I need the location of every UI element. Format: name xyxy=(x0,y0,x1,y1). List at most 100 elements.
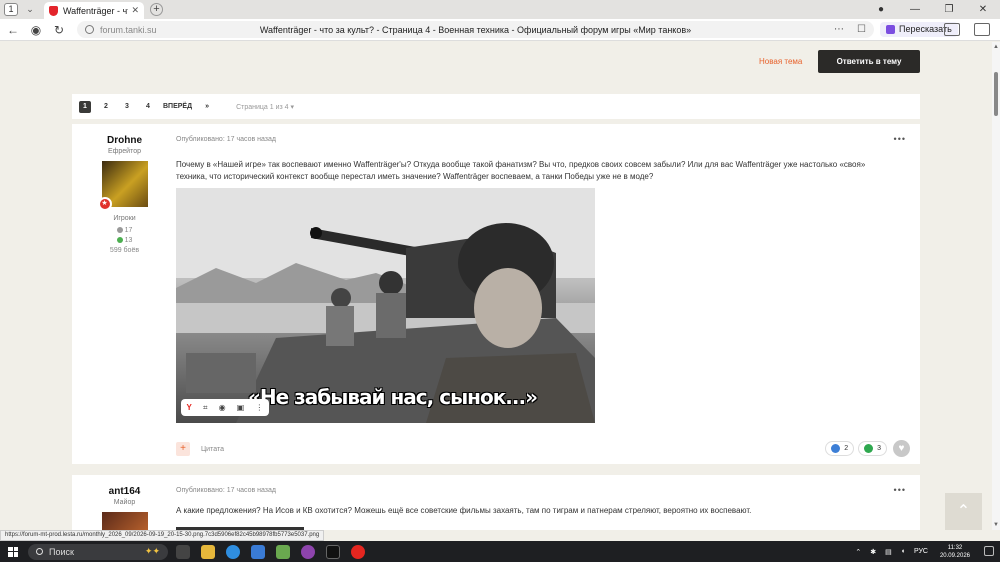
yandex-browser-icon[interactable] xyxy=(351,544,365,559)
author-name[interactable]: Drohne xyxy=(72,135,177,146)
browser-toolbar-right xyxy=(930,23,990,36)
profile-icon[interactable]: ● xyxy=(864,4,898,15)
reputation-icon xyxy=(116,237,123,244)
terminal-icon[interactable] xyxy=(326,544,340,559)
copilot-sparkle-icon: ✦✦ xyxy=(144,546,160,556)
author-name[interactable]: ant164 xyxy=(72,486,177,497)
status-bar-url: https://forum-mt-prod.lesta.ru/monthly_2… xyxy=(0,530,325,541)
camera-icon[interactable]: ▣ xyxy=(237,403,245,412)
task-view-icon[interactable] xyxy=(176,544,190,559)
reply-button[interactable]: Ответить в тему xyxy=(818,50,920,73)
yandex-icon[interactable]: Y xyxy=(187,403,192,412)
page-2-link[interactable]: 2 xyxy=(100,101,112,113)
taskbar-search[interactable]: Поиск ✦✦ xyxy=(28,543,168,560)
taskbar-search-label: Поиск xyxy=(49,546,74,557)
edge-icon[interactable] xyxy=(226,544,240,559)
bluetooth-icon[interactable]: ✱ xyxy=(870,548,876,556)
address-bar[interactable]: forum.tanki.su Waffenträger - что за кул… xyxy=(77,21,874,38)
like-icon xyxy=(831,444,841,453)
posts-count: 17 xyxy=(124,227,133,234)
close-tab-icon[interactable]: ✕ xyxy=(131,5,139,16)
heart-icon[interactable]: ♥ xyxy=(893,440,910,457)
page-jump-dropdown[interactable]: Страница 1 из 4 ▾ xyxy=(236,103,294,111)
avatar[interactable]: ★ xyxy=(97,161,148,211)
forum-page: Новая тема Ответить в тему 1 2 3 4 ВПЕРЁ… xyxy=(0,42,992,530)
tray-chevron-icon[interactable]: ⌃ xyxy=(855,548,861,556)
downloads-icon[interactable] xyxy=(974,23,990,36)
image-caption: «Не забывай нас, сынок...» xyxy=(248,385,538,409)
pagination: 1 2 3 4 ВПЕРЁД » Страница 1 из 4 ▾ xyxy=(72,94,920,119)
minimize-button[interactable]: — xyxy=(898,4,932,15)
system-tray: ⌃ ✱ ▤ ◖ РУС 11:32 20.09.2026 xyxy=(846,541,970,562)
outlook-icon[interactable] xyxy=(251,544,265,559)
post-menu-icon[interactable]: ••• xyxy=(894,134,906,144)
post-actions: + Цитата xyxy=(176,442,224,456)
notifications-icon[interactable] xyxy=(984,546,994,556)
taskbar: Поиск ✦✦ ⌃ ✱ ▤ ◖ РУС 11:32 20.09.2026 xyxy=(0,541,1000,562)
volume-icon[interactable]: ◖ xyxy=(901,548,905,555)
close-window-button[interactable]: ✕ xyxy=(966,4,1000,15)
forum-post: ant164 Майор Опубликовано: 17 часов наза… xyxy=(72,475,920,530)
post-author-panel: ant164 Майор xyxy=(72,475,177,530)
upvote-icon xyxy=(864,444,874,453)
upvote-reaction[interactable]: 3 xyxy=(858,441,887,456)
eye-icon[interactable]: ◉ xyxy=(219,403,226,412)
security-icon[interactable]: ◉ xyxy=(26,23,46,37)
next-page-link[interactable]: ВПЕРЁД xyxy=(163,101,192,113)
page-scrollbar[interactable]: ▲ ▼ xyxy=(992,42,1000,530)
last-page-link[interactable]: » xyxy=(201,101,213,113)
post-image[interactable]: «Не забывай нас, сынок...» Y ⌗ ◉ ▣ ⋮ xyxy=(176,188,595,423)
avatar[interactable] xyxy=(101,512,148,530)
site-info-icon[interactable] xyxy=(85,25,94,34)
app-icon[interactable] xyxy=(301,544,315,559)
reputation-count: 13 xyxy=(124,237,133,244)
author-rank: Майор xyxy=(113,499,136,506)
like-reaction[interactable]: 2 xyxy=(825,441,855,456)
scroll-up-icon[interactable]: ▲ xyxy=(993,44,999,50)
more-vertical-icon[interactable]: ⋮ xyxy=(255,403,263,412)
page-1-link[interactable]: 1 xyxy=(79,100,91,113)
forum-post: Drohne Ефрейтор ★ Игроки 17 13 599 боёв … xyxy=(72,124,920,464)
author-rank: Ефрейтор xyxy=(107,148,142,155)
scroll-down-icon[interactable]: ▼ xyxy=(993,522,999,528)
file-explorer-icon[interactable] xyxy=(201,544,215,559)
network-icon[interactable]: ▤ xyxy=(885,548,892,556)
new-topic-link[interactable]: Новая тема xyxy=(759,57,802,66)
tab-count-button[interactable]: 1 xyxy=(4,3,18,16)
back-arrow-icon[interactable]: ← xyxy=(3,23,23,37)
post-author-panel: Drohne Ефрейтор ★ Игроки 17 13 599 боёв xyxy=(72,124,177,256)
maximize-button[interactable]: ❐ xyxy=(932,4,966,15)
translate-icon[interactable]: ⌗ xyxy=(203,403,208,413)
favicon-icon xyxy=(49,5,58,16)
clock-time: 11:32 xyxy=(947,544,963,551)
reload-icon[interactable]: ↻ xyxy=(49,23,69,37)
chevron-down-icon[interactable]: ⌄ xyxy=(24,4,36,15)
browser-tab[interactable]: Waffenträger - что за культ? ✕ xyxy=(44,2,144,19)
comment-icon xyxy=(116,227,123,234)
author-stats: 17 13 599 боёв xyxy=(72,226,177,256)
keyboard-language[interactable]: РУС xyxy=(914,548,928,555)
quote-button[interactable]: Цитата xyxy=(201,446,224,453)
store-icon[interactable] xyxy=(276,544,290,559)
like-count: 2 xyxy=(844,445,849,452)
new-tab-button[interactable]: + xyxy=(150,3,163,16)
scrollbar-thumb[interactable] xyxy=(994,72,998,116)
windows-start-icon[interactable] xyxy=(8,546,18,557)
post-body: А какие предложения? На Исов и КВ охотит… xyxy=(176,506,752,515)
post-menu-icon[interactable]: ••• xyxy=(894,485,906,495)
page-3-link[interactable]: 3 xyxy=(121,101,133,113)
page-info-label: Страница 1 из 4 xyxy=(236,103,289,111)
url-domain: forum.tanki.su xyxy=(100,24,157,35)
post-body: Почему в «Нашей игре» так воспевают имен… xyxy=(176,160,866,181)
post-date[interactable]: Опубликовано: 17 часов назад xyxy=(176,136,276,143)
page-4-link[interactable]: 4 xyxy=(142,101,154,113)
battles-count: 599 боёв xyxy=(109,247,140,254)
browser-tab-bar: 1 ⌄ Waffenträger - что за культ? ✕ + ● —… xyxy=(0,0,1000,19)
multiquote-button[interactable]: + xyxy=(176,442,190,456)
back-to-top-button[interactable]: ⌃ xyxy=(945,493,982,530)
collections-icon[interactable] xyxy=(944,23,960,36)
more-icon[interactable]: ⋯ xyxy=(834,24,844,35)
clock[interactable]: 11:32 20.09.2026 xyxy=(940,544,970,560)
bookmark-icon[interactable]: ☐ xyxy=(857,24,866,35)
post-date[interactable]: Опубликовано: 17 часов назад xyxy=(176,487,276,494)
